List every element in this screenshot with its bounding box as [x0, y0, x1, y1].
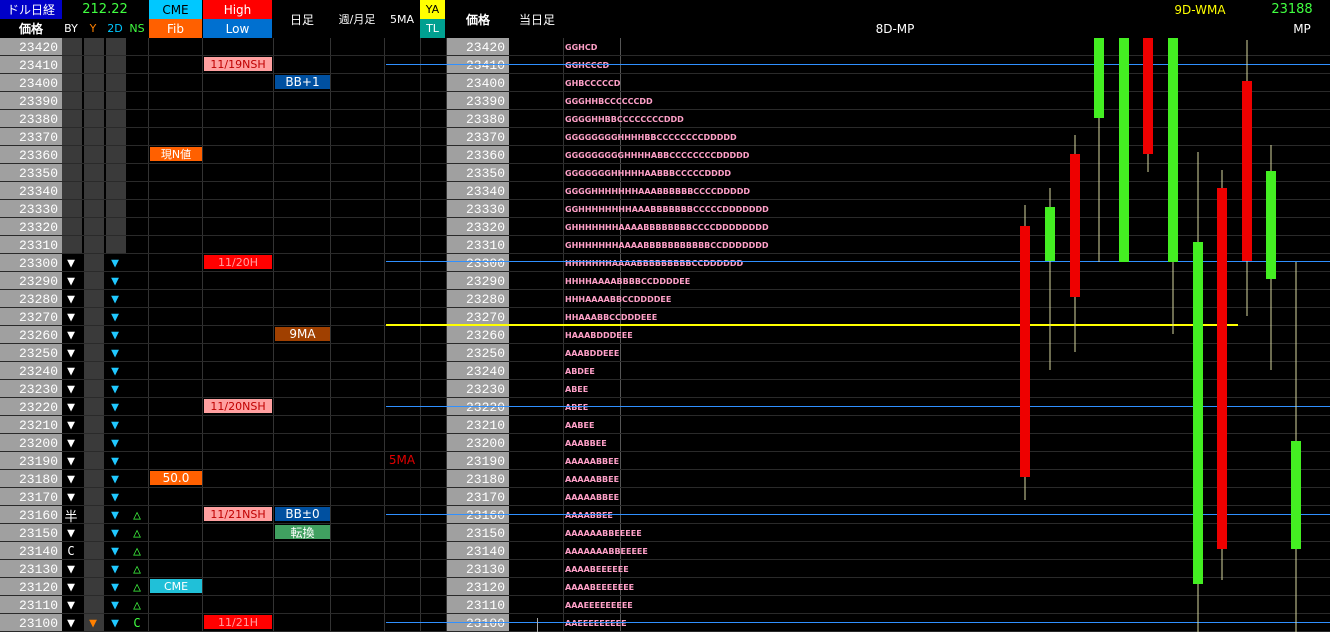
candle-body-red — [1242, 81, 1252, 261]
candle-body-red — [1020, 226, 1030, 477]
dollar-nikkei-board: ドル日経 価格 212.22 BY Y 2D NS CME Fib High L… — [0, 0, 1330, 632]
candle-body-green — [1045, 207, 1055, 261]
candle-body-red — [1070, 154, 1080, 297]
candle-body-green — [1119, 38, 1129, 262]
bottom-tick — [537, 618, 538, 632]
candle-body-green — [1094, 38, 1104, 118]
candle-body-green — [1291, 441, 1301, 549]
candle-body-green — [1168, 38, 1178, 262]
candle-body-red — [1143, 38, 1153, 154]
candle-body-red — [1217, 188, 1227, 549]
candle-chart — [1020, 38, 1301, 632]
candle-body-green — [1266, 171, 1276, 279]
candle-body-green — [1193, 242, 1203, 584]
